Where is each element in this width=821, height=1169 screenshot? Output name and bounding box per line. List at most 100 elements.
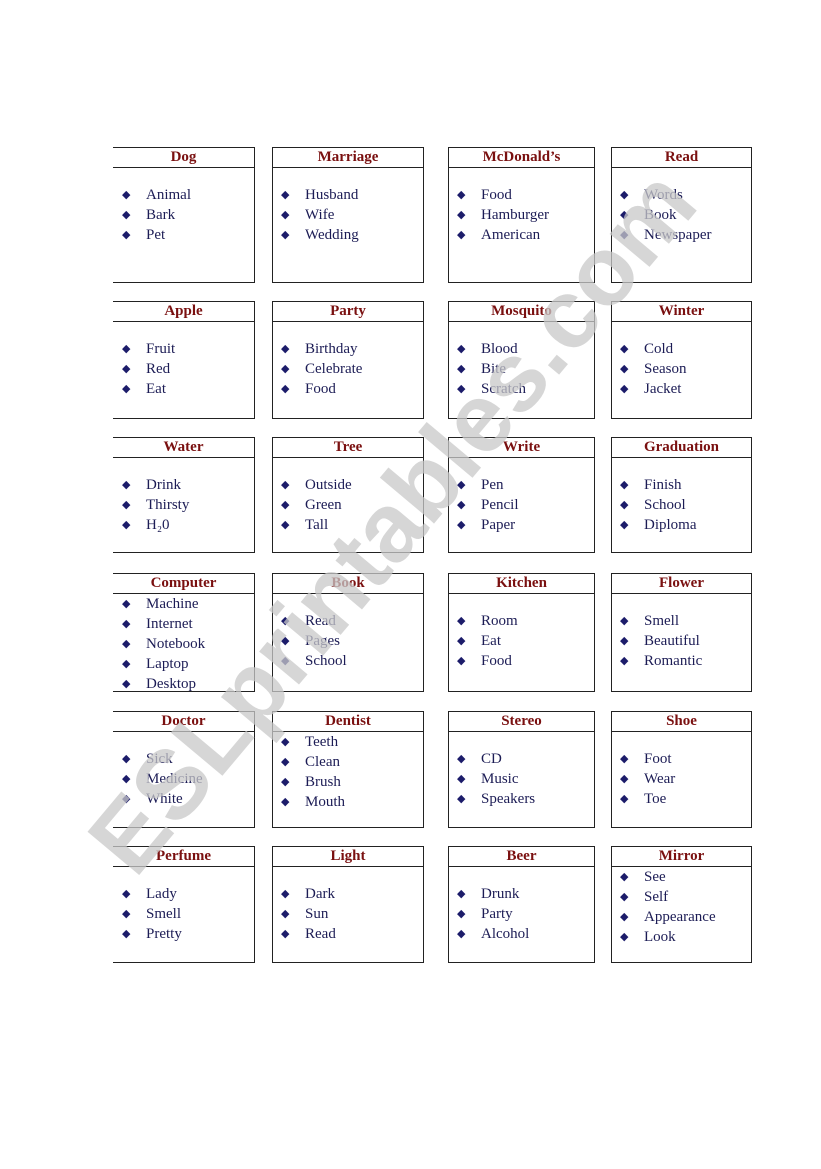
list-item: ◆ Eat [113,379,254,399]
card-title: Book [273,574,423,594]
card-title: Flower [612,574,751,594]
list-item: ◆ Brush [273,772,423,792]
card-title: Tree [273,438,423,458]
list-item: ◆ Red [113,359,254,379]
list-item-text: Read [305,926,336,942]
diamond-icon: ◆ [122,209,131,221]
diamond-icon: ◆ [620,931,629,943]
card-title: Stereo [449,712,594,732]
diamond-icon: ◆ [122,383,131,395]
word-card-mcdonalds: McDonald’s ◆ Food ◆ Hamburger ◆ American [448,147,595,283]
diamond-icon: ◆ [281,655,290,667]
word-card-read: Read ◆ Words ◆ Book ◆ Newspaper [611,147,752,283]
list-item-text: Fruit [146,341,176,357]
word-card-flower: Flower ◆ Smell ◆ Beautiful ◆ Romantic [611,573,752,692]
word-card-mirror: Mirror ◆ See ◆ Self ◆ Appearance ◆ Look [611,846,752,963]
list-item-text: Pencil [481,497,519,513]
list-item-text: Food [481,653,512,669]
card-title: Computer [113,574,254,594]
card-title: Light [273,847,423,867]
diamond-icon: ◆ [620,793,629,805]
word-card-winter: Winter ◆ Cold ◆ Season ◆ Jacket [611,301,752,419]
word-card-water: Water ◆ Drink ◆ Thirsty ◆ H₂0 [113,437,255,553]
list-item-text: Bark [146,207,176,223]
card-word-list: ◆ Words ◆ Book ◆ Newspaper [612,185,751,245]
card-title: Write [449,438,594,458]
card-word-list: ◆ Foot ◆ Wear ◆ Toe [612,749,751,809]
list-item: ◆ Hamburger [449,205,594,225]
card-word-list: ◆ Smell ◆ Beautiful ◆ Romantic [612,611,751,671]
list-item-text: White [146,791,183,807]
diamond-icon: ◆ [457,793,466,805]
card-word-list: ◆ Drink ◆ Thirsty ◆ H₂0 [113,475,254,535]
list-item-text: Food [305,381,336,397]
list-item: ◆ Pencil [449,495,594,515]
diamond-icon: ◆ [281,519,290,531]
word-card-light: Light ◆ Dark ◆ Sun ◆ Read [272,846,424,963]
list-item: ◆ Dark [273,884,423,904]
list-item-text: Alcohol [481,926,530,942]
list-item: ◆ Lady [113,884,254,904]
diamond-icon: ◆ [122,678,131,690]
diamond-icon: ◆ [122,773,131,785]
list-item: ◆ Read [273,611,423,631]
diamond-icon: ◆ [122,499,131,511]
card-title: Marriage [273,148,423,168]
list-item-text: Self [644,889,669,905]
list-item-text: Newspaper [644,227,712,243]
diamond-icon: ◆ [620,911,629,923]
card-word-list: ◆ Outside ◆ Green ◆ Tall [273,475,423,535]
list-item: ◆ Newspaper [612,225,751,245]
list-item: ◆ Music [449,769,594,789]
diamond-icon: ◆ [281,888,290,900]
list-item-text: Bite [481,361,506,377]
list-item-text: Brush [305,774,341,790]
list-item: ◆ Alcohol [449,924,594,944]
word-card-write: Write ◆ Pen ◆ Pencil ◆ Paper [448,437,595,553]
list-item-text: Thirsty [146,497,190,513]
diamond-icon: ◆ [281,189,290,201]
list-item-text: Internet [146,616,193,632]
diamond-icon: ◆ [457,773,466,785]
diamond-icon: ◆ [620,209,629,221]
list-item: ◆ Food [449,185,594,205]
list-item-text: Machine [146,596,199,612]
list-item: ◆ Appearance [612,907,751,927]
diamond-icon: ◆ [281,383,290,395]
card-title: Mosquito [449,302,594,322]
card-title: Water [113,438,254,458]
list-item: ◆ Tall [273,515,423,535]
list-item: ◆ Celebrate [273,359,423,379]
list-item-text: Laptop [146,656,189,672]
list-item: ◆ Toe [612,789,751,809]
diamond-icon: ◆ [122,229,131,241]
diamond-icon: ◆ [122,793,131,805]
list-item: ◆ Husband [273,185,423,205]
list-item-text: Sick [146,751,173,767]
diamond-icon: ◆ [620,773,629,785]
list-item: ◆ Season [612,359,751,379]
diamond-icon: ◆ [620,519,629,531]
diamond-icon: ◆ [122,928,131,940]
diamond-icon: ◆ [457,519,466,531]
list-item: ◆ Wedding [273,225,423,245]
card-title: Mirror [612,847,751,867]
card-word-list: ◆ Pen ◆ Pencil ◆ Paper [449,475,594,535]
list-item: ◆ Diploma [612,515,751,535]
list-item-text: Blood [481,341,518,357]
list-item-text: Paper [481,517,516,533]
diamond-icon: ◆ [457,499,466,511]
word-card-stereo: Stereo ◆ CD ◆ Music ◆ Speakers [448,711,595,828]
list-item-text: Diploma [644,517,697,533]
diamond-icon: ◆ [281,615,290,627]
list-item-text: Sun [305,906,329,922]
word-card-shoe: Shoe ◆ Foot ◆ Wear ◆ Toe [611,711,752,828]
diamond-icon: ◆ [281,499,290,511]
card-title: Apple [113,302,254,322]
list-item-text: Finish [644,477,682,493]
card-word-list: ◆ See ◆ Self ◆ Appearance ◆ Look [612,867,751,947]
card-word-list: ◆ Cold ◆ Season ◆ Jacket [612,339,751,399]
card-title: Kitchen [449,574,594,594]
card-title: Dentist [273,712,423,732]
list-item: ◆ Jacket [612,379,751,399]
